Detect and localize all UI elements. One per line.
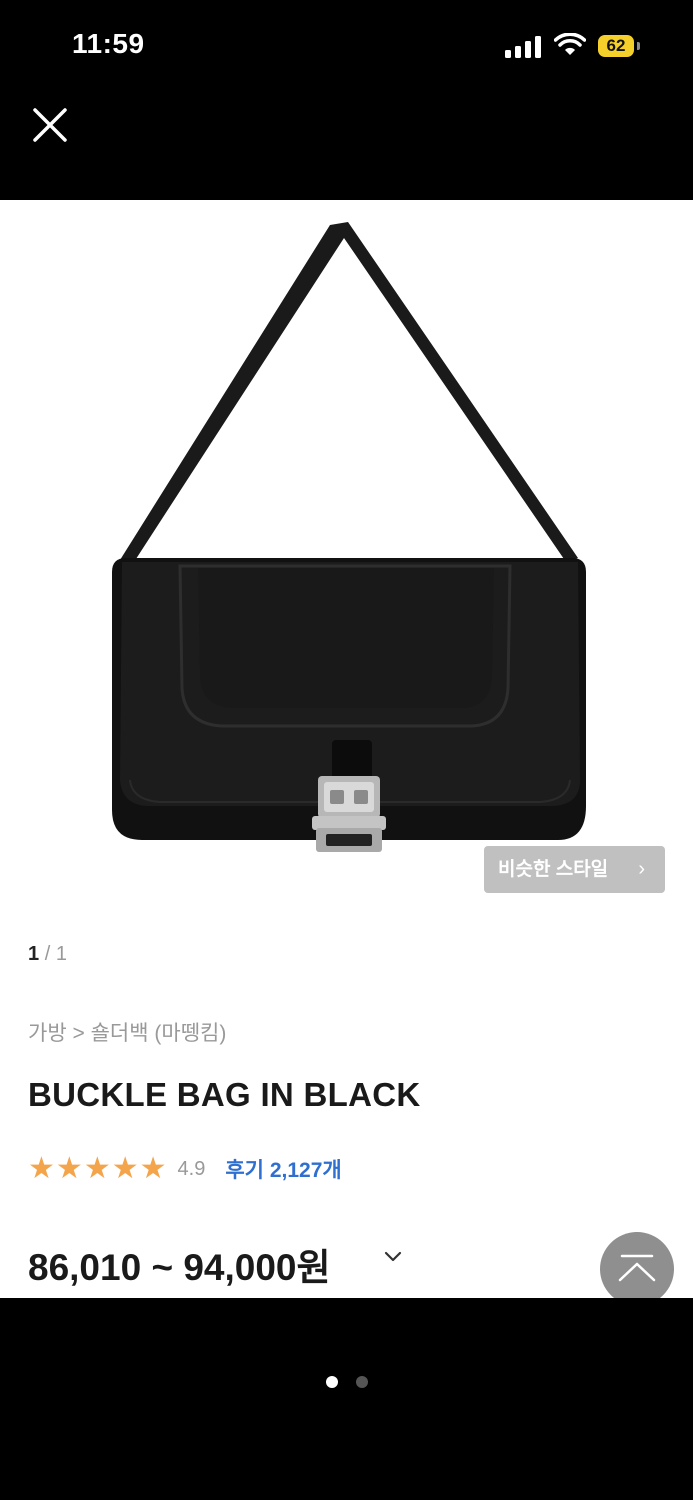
product-title: BUCKLE BAG IN BLACK xyxy=(28,1076,421,1113)
star-icon: ★ xyxy=(55,1152,83,1185)
rating-stars: ★ ★ ★ ★ ★ xyxy=(28,1154,168,1184)
breadcrumb: 가방 > 숄더백 (마뗑킴) xyxy=(28,1017,226,1047)
cellular-signal-icon xyxy=(505,36,541,58)
star-icon: ★ xyxy=(83,1152,111,1185)
breadcrumb-category[interactable]: 가방 xyxy=(28,1022,67,1045)
rating-value: 4.9 xyxy=(177,1157,206,1180)
pagination-dot-active[interactable] xyxy=(326,1376,338,1388)
similar-style-label: 비슷한 스타일 xyxy=(498,859,609,880)
pagination-dot[interactable] xyxy=(356,1376,368,1388)
battery-indicator: 62 xyxy=(598,35,634,57)
pager-current: 1 xyxy=(28,943,40,965)
pager-separator: / xyxy=(44,943,51,965)
status-bar: 11:59 62 xyxy=(0,0,693,92)
product-image[interactable] xyxy=(0,200,693,900)
star-icon: ★ xyxy=(111,1152,139,1185)
star-icon: ★ xyxy=(28,1152,55,1185)
close-icon[interactable] xyxy=(30,105,70,145)
pager-total: 1 xyxy=(55,943,67,965)
battery-tip xyxy=(637,42,640,50)
chevron-down-icon[interactable] xyxy=(382,1246,404,1268)
scroll-to-top-button[interactable] xyxy=(600,1232,674,1298)
image-pager: 1 / 1 xyxy=(28,943,67,966)
wifi-icon xyxy=(554,33,586,55)
breadcrumb-separator: > xyxy=(72,1022,85,1045)
product-detail: 비슷한 스타일 › 1 / 1 가방 > 숄더백 (마뗑킴) BUCKLE BA… xyxy=(0,200,693,1298)
top-bar xyxy=(0,92,693,200)
star-icon: ★ xyxy=(139,1152,167,1185)
similar-style-button[interactable]: 비슷한 스타일 › xyxy=(484,846,665,893)
price-range: 86,010 ~ 94,000원 xyxy=(28,1247,331,1288)
rating-row: ★ ★ ★ ★ ★ 4.9 후기 2,127개 xyxy=(28,1154,342,1184)
bottom-area xyxy=(0,1298,693,1500)
breadcrumb-subcategory[interactable]: 숄더백 (마뗑킴) xyxy=(91,1022,227,1045)
scroll-to-top-icon xyxy=(618,1254,656,1282)
status-time: 11:59 xyxy=(72,28,145,59)
chevron-right-icon: › xyxy=(638,858,645,880)
reviews-link[interactable]: 후기 2,127개 xyxy=(225,1154,341,1184)
